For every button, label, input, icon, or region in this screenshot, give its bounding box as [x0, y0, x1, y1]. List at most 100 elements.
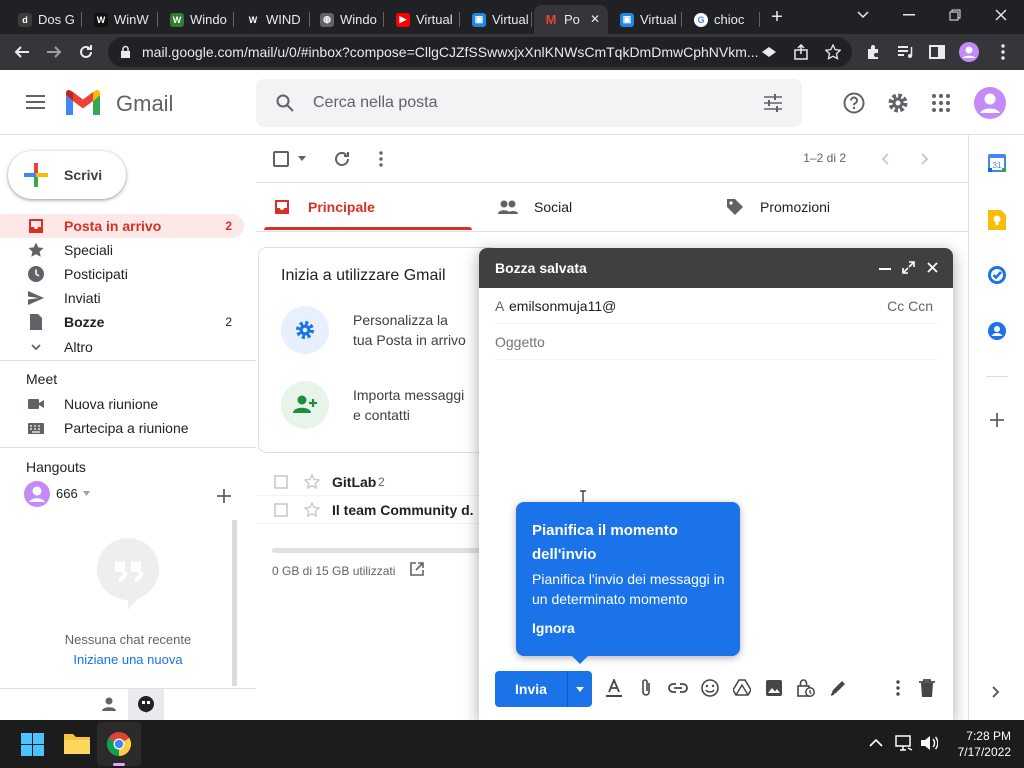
forward-icon[interactable]: [43, 41, 65, 63]
customize-inbox-text[interactable]: Personalizza la tua Posta in arrivo: [353, 310, 466, 350]
customize-inbox-icon[interactable]: [281, 306, 329, 354]
subject-field[interactable]: Oggetto: [495, 324, 937, 360]
close-window-icon[interactable]: [978, 0, 1024, 30]
gmail-logo-icon[interactable]: [64, 89, 102, 117]
minimize-window-icon[interactable]: [886, 0, 932, 30]
tasks-icon[interactable]: [988, 266, 1006, 284]
expand-icon[interactable]: [902, 261, 915, 274]
minimize-icon[interactable]: [879, 268, 891, 270]
browser-tab[interactable]: ▣ Virtual: [462, 5, 532, 34]
apps-grid-icon[interactable]: [932, 94, 950, 112]
browser-tab[interactable]: ▣ Virtual: [610, 5, 682, 34]
compose-header[interactable]: Bozza salvata: [479, 248, 953, 288]
email-row[interactable]: GitLab 2: [256, 468, 480, 496]
sidebar-item-more[interactable]: Altro: [0, 335, 244, 359]
volume-icon[interactable]: [920, 735, 938, 751]
bookmark-star-icon[interactable]: [822, 41, 844, 63]
hangouts-tab[interactable]: [128, 689, 164, 720]
start-new-chat-link[interactable]: Iniziane una nuova: [0, 652, 256, 667]
add-chat-icon[interactable]: [217, 489, 231, 503]
hangouts-user-avatar[interactable]: [24, 481, 50, 507]
windows-start-icon[interactable]: [21, 733, 44, 756]
tab-social[interactable]: Social: [490, 183, 700, 231]
chrome-taskbar-button[interactable]: [97, 722, 141, 766]
prev-page-icon[interactable]: [881, 153, 889, 165]
search-bar[interactable]: Cerca nella posta: [256, 79, 802, 127]
caret-down-icon[interactable]: [83, 491, 90, 496]
chrome-menu-icon[interactable]: [992, 41, 1014, 63]
insert-photo-icon[interactable]: [765, 679, 783, 697]
main-menu-icon[interactable]: [26, 95, 45, 109]
sidepanel-icon[interactable]: [926, 41, 948, 63]
sidebar-item-drafts[interactable]: Bozze 2: [0, 310, 244, 334]
profile-avatar-icon[interactable]: [958, 41, 980, 63]
tab-gmail-active[interactable]: M Po ✕: [534, 5, 608, 34]
compose-button[interactable]: Scrivi: [8, 151, 126, 199]
browser-tab[interactable]: ▶ Virtual: [386, 5, 460, 34]
search-options-icon[interactable]: [764, 94, 782, 112]
address-bar[interactable]: mail.google.com/mail/u/0/#inbox?compose=…: [108, 37, 852, 67]
select-all-checkbox[interactable]: [273, 151, 289, 167]
extensions-icon[interactable]: [862, 41, 884, 63]
sidebar-item-inbox[interactable]: Posta in arrivo 2: [0, 214, 244, 238]
browser-tab[interactable]: W WIND: [236, 5, 310, 34]
help-icon[interactable]: [843, 92, 865, 114]
clock[interactable]: 7:28 PM 7/17/2022: [945, 728, 1011, 760]
back-icon[interactable]: [11, 41, 33, 63]
browser-tab[interactable]: W WinW: [84, 5, 158, 34]
tab-search-icon[interactable]: [840, 0, 886, 30]
share-icon[interactable]: [790, 41, 812, 63]
import-messages-text[interactable]: Importa messaggi e contatti: [353, 385, 464, 425]
star-icon[interactable]: [304, 502, 320, 518]
confidential-mode-icon[interactable]: [797, 678, 815, 698]
recipients-field[interactable]: A emilsonmuja11@ Cc Ccn: [495, 288, 937, 324]
meet-join-meeting[interactable]: Partecipa a riunione: [0, 416, 244, 440]
hangouts-user-name[interactable]: 666: [56, 486, 78, 501]
tooltip-dismiss-button[interactable]: Ignora: [532, 620, 575, 636]
calendar-icon[interactable]: 31: [988, 154, 1006, 172]
network-icon[interactable]: [895, 735, 913, 751]
reload-icon[interactable]: [75, 41, 97, 63]
account-avatar[interactable]: [974, 87, 1006, 119]
more-options-icon[interactable]: [896, 680, 900, 696]
search-icon[interactable]: [276, 94, 294, 112]
keep-icon[interactable]: [988, 210, 1006, 230]
file-explorer-icon[interactable]: [64, 732, 90, 754]
star-icon[interactable]: [304, 474, 320, 490]
media-icon[interactable]: [894, 41, 916, 63]
email-row[interactable]: Il team Community d.: [256, 496, 480, 524]
settings-gear-icon[interactable]: [887, 92, 909, 114]
send-button[interactable]: Invia: [495, 671, 567, 707]
add-addon-icon[interactable]: [990, 413, 1004, 427]
tab-primary[interactable]: Principale: [264, 183, 472, 231]
drive-icon[interactable]: [733, 679, 751, 696]
contacts-icon[interactable]: [988, 322, 1006, 340]
new-tab-button[interactable]: +: [766, 5, 788, 29]
attach-icon[interactable]: [640, 678, 652, 698]
link-icon[interactable]: [668, 682, 688, 694]
next-page-icon[interactable]: [921, 153, 929, 165]
formatting-icon[interactable]: [606, 679, 622, 697]
sidebar-item-sent[interactable]: Inviati: [0, 286, 244, 310]
cc-bcc-link[interactable]: Cc Ccn: [887, 298, 933, 314]
view-icon[interactable]: [758, 41, 780, 63]
to-value[interactable]: emilsonmuja11@: [509, 298, 616, 314]
select-dropdown-icon[interactable]: [298, 156, 306, 161]
sidebar-item-starred[interactable]: Speciali: [0, 238, 244, 262]
more-actions-icon[interactable]: [379, 151, 383, 167]
browser-tab[interactable]: d Dos G: [8, 5, 82, 34]
import-contacts-icon[interactable]: [281, 381, 329, 429]
schedule-send-dropdown[interactable]: [568, 671, 592, 707]
sidebar-item-snoozed[interactable]: Posticipati: [0, 262, 244, 286]
browser-tab[interactable]: Gchioc: [684, 5, 760, 34]
signature-pen-icon[interactable]: [829, 679, 847, 697]
discard-trash-icon[interactable]: [919, 679, 935, 697]
close-tab-icon[interactable]: ✕: [590, 12, 600, 26]
close-icon[interactable]: [927, 262, 938, 273]
contacts-person-icon[interactable]: [102, 697, 116, 711]
row-checkbox[interactable]: [274, 503, 288, 517]
open-external-icon[interactable]: [410, 562, 424, 576]
browser-tab[interactable]: ◍ Windo: [310, 5, 384, 34]
tab-promotions[interactable]: Promozioni: [716, 183, 946, 231]
browser-tab[interactable]: W Windo: [160, 5, 234, 34]
